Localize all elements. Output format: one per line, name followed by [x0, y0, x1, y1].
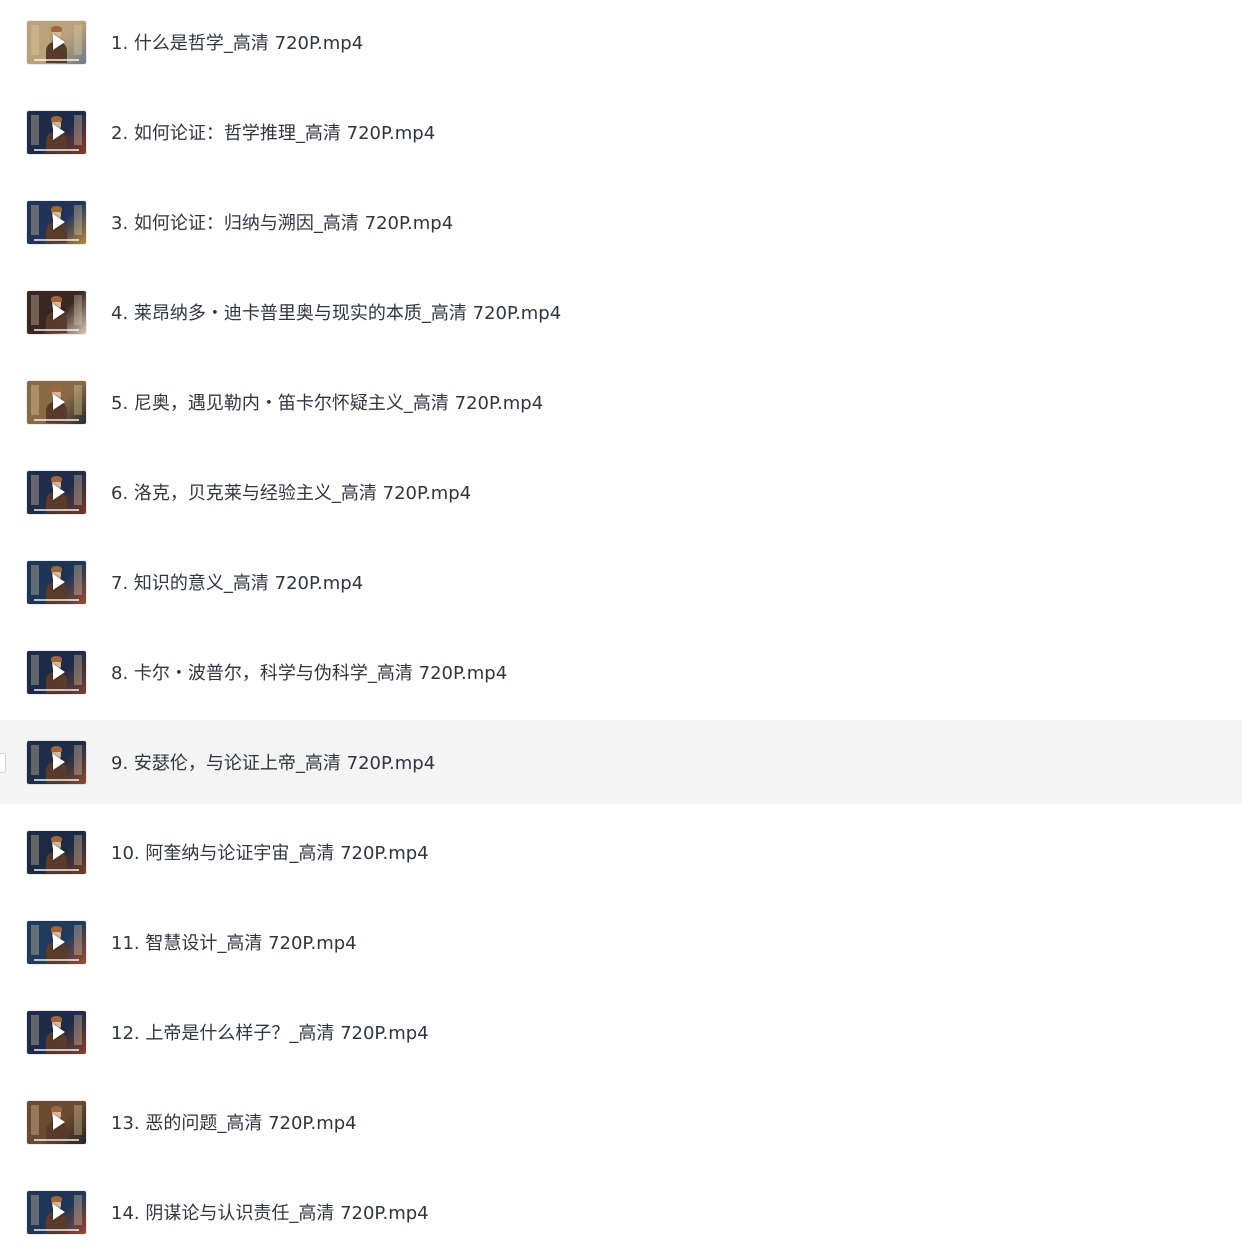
file-row[interactable]: 9. 安瑟伦，与论证上帝_高清 720P.mp4: [0, 720, 1242, 804]
file-name[interactable]: 10. 阿奎纳与论证宇宙_高清 720P.mp4: [111, 839, 429, 865]
file-row[interactable]: 6. 洛克，贝克莱与经验主义_高清 720P.mp4: [0, 450, 1242, 534]
file-name[interactable]: 1. 什么是哲学_高清 720P.mp4: [111, 29, 363, 55]
file-row[interactable]: 13. 恶的问题_高清 720P.mp4: [0, 1080, 1242, 1164]
video-thumbnail[interactable]: [27, 1010, 86, 1054]
play-icon: [52, 214, 65, 230]
play-icon: [52, 1204, 65, 1220]
file-row[interactable]: 4. 莱昂纳多・迪卡普里奥与现实的本质_高清 720P.mp4: [0, 270, 1242, 354]
file-row[interactable]: 1. 什么是哲学_高清 720P.mp4: [0, 0, 1242, 84]
play-icon: [52, 754, 65, 770]
file-row[interactable]: 2. 如何论证：哲学推理_高清 720P.mp4: [0, 90, 1242, 174]
video-thumbnail[interactable]: [27, 470, 86, 514]
file-name[interactable]: 9. 安瑟伦，与论证上帝_高清 720P.mp4: [111, 749, 435, 775]
file-name[interactable]: 3. 如何论证：归纳与溯因_高清 720P.mp4: [111, 209, 453, 235]
play-icon: [52, 934, 65, 950]
play-icon: [52, 844, 65, 860]
file-name[interactable]: 13. 恶的问题_高清 720P.mp4: [111, 1109, 357, 1135]
video-thumbnail[interactable]: [27, 560, 86, 604]
file-row[interactable]: 8. 卡尔・波普尔，科学与伪科学_高清 720P.mp4: [0, 630, 1242, 714]
file-name[interactable]: 8. 卡尔・波普尔，科学与伪科学_高清 720P.mp4: [111, 659, 507, 685]
play-icon: [52, 1114, 65, 1130]
video-thumbnail[interactable]: [27, 650, 86, 694]
video-thumbnail[interactable]: [27, 110, 86, 154]
video-thumbnail[interactable]: [27, 290, 86, 334]
file-name[interactable]: 7. 知识的意义_高清 720P.mp4: [111, 569, 363, 595]
file-row[interactable]: 12. 上帝是什么样子？_高清 720P.mp4: [0, 990, 1242, 1074]
file-name[interactable]: 5. 尼奥，遇见勒内・笛卡尔怀疑主义_高清 720P.mp4: [111, 389, 543, 415]
file-row[interactable]: 11. 智慧设计_高清 720P.mp4: [0, 900, 1242, 984]
video-thumbnail[interactable]: [27, 740, 86, 784]
file-row[interactable]: 3. 如何论证：归纳与溯因_高清 720P.mp4: [0, 180, 1242, 264]
play-icon: [52, 304, 65, 320]
play-icon: [52, 34, 65, 50]
play-icon: [52, 394, 65, 410]
file-name[interactable]: 14. 阴谋论与认识责任_高清 720P.mp4: [111, 1199, 429, 1225]
play-icon: [52, 574, 65, 590]
video-file-list: 1. 什么是哲学_高清 720P.mp4 2. 如何论证：哲学推理_高清 720P…: [0, 0, 1242, 1260]
file-name[interactable]: 11. 智慧设计_高清 720P.mp4: [111, 929, 357, 955]
file-row[interactable]: 14. 阴谋论与认识责任_高清 720P.mp4: [0, 1170, 1242, 1254]
play-icon: [52, 1024, 65, 1040]
play-icon: [52, 124, 65, 140]
video-thumbnail[interactable]: [27, 920, 86, 964]
video-thumbnail[interactable]: [27, 380, 86, 424]
file-name[interactable]: 4. 莱昂纳多・迪卡普里奥与现实的本质_高清 720P.mp4: [111, 299, 561, 325]
play-icon: [52, 484, 65, 500]
file-name[interactable]: 6. 洛克，贝克莱与经验主义_高清 720P.mp4: [111, 479, 471, 505]
video-thumbnail[interactable]: [27, 200, 86, 244]
video-thumbnail[interactable]: [27, 1100, 86, 1144]
video-thumbnail[interactable]: [27, 1190, 86, 1234]
file-name[interactable]: 12. 上帝是什么样子？_高清 720P.mp4: [111, 1019, 429, 1045]
file-row[interactable]: 7. 知识的意义_高清 720P.mp4: [0, 540, 1242, 624]
file-row[interactable]: 10. 阿奎纳与论证宇宙_高清 720P.mp4: [0, 810, 1242, 894]
video-thumbnail[interactable]: [27, 20, 86, 64]
video-thumbnail[interactable]: [27, 830, 86, 874]
play-icon: [52, 664, 65, 680]
file-name[interactable]: 2. 如何论证：哲学推理_高清 720P.mp4: [111, 119, 435, 145]
file-row[interactable]: 5. 尼奥，遇见勒内・笛卡尔怀疑主义_高清 720P.mp4: [0, 360, 1242, 444]
